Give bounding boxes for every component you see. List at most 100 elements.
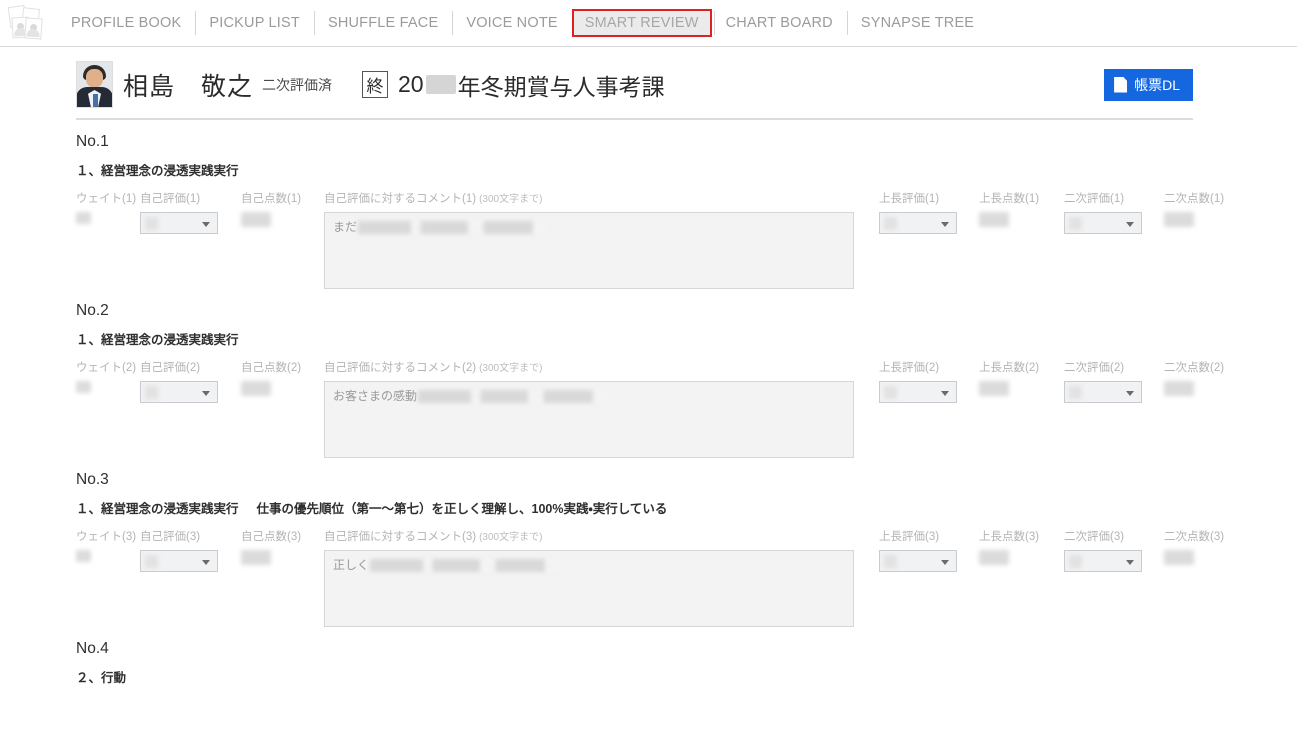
review-item-4: No.4 ２、行動 <box>76 627 1245 686</box>
self-comment-textarea[interactable]: 正しく <box>324 550 854 627</box>
item-category: １、経営理念の浸透実践実行 <box>76 333 239 347</box>
supervisor-rating-select[interactable] <box>879 381 957 403</box>
self-rating-field-3: 自己評価(3) <box>140 528 218 572</box>
nav-item-synapse-tree[interactable]: SYNAPSE TREE <box>846 0 988 46</box>
subject-name: 相島 敬之 <box>123 72 254 101</box>
secondary-score-value[interactable] <box>1164 550 1194 565</box>
self-rating-select[interactable] <box>140 550 218 572</box>
secondary-score-field-2: 二次点数(2) <box>1164 359 1224 396</box>
nav-item-label: SHUFFLE FACE <box>327 15 439 31</box>
supervisor-rating-field-1: 上長評価(1) <box>879 190 957 234</box>
self-comment-label: 自己評価に対するコメント(1) (300文字まで) <box>324 193 543 205</box>
item-fields: ウェイト(2) 自己評価(2) 自己点数(2) 自己評価に対するコメント(2)(… <box>76 359 1245 458</box>
supervisor-rating-label: 上長評価(3) <box>879 531 940 543</box>
nav-item-label: PICKUP LIST <box>209 15 300 31</box>
self-comment-field-2: 自己評価に対するコメント(2) (300文字まで) お客さまの感動 <box>324 359 854 458</box>
comment-text: お客さまの感動 <box>333 389 418 403</box>
redacted-year <box>425 75 456 94</box>
weight-value[interactable] <box>76 550 91 562</box>
page-content: 相島 敬之 二次評価済 終 20 年冬期賞与人事考課 帳票DL No.1 １、経… <box>0 47 1297 686</box>
secondary-score-label: 二次点数(1) <box>1164 193 1225 205</box>
self-comment-field-3: 自己評価に対するコメント(3) (300文字まで) 正しく <box>324 528 854 627</box>
secondary-score-label: 二次点数(3) <box>1164 531 1225 543</box>
nav-item-label: SMART REVIEW <box>584 15 699 31</box>
supervisor-score-field-1: 上長点数(1) <box>979 190 1040 227</box>
supervisor-score-value[interactable] <box>979 550 1009 565</box>
self-rating-field-1: 自己評価(1) <box>140 190 218 234</box>
self-score-label: 自己点数(3) <box>241 531 302 543</box>
page-title-prefix: 20 <box>398 71 424 97</box>
weight-value[interactable] <box>76 381 91 393</box>
secondary-rating-label: 二次評価(1) <box>1064 193 1125 205</box>
subject-header: 相島 敬之 二次評価済 終 20 年冬期賞与人事考課 帳票DL <box>76 47 1193 120</box>
supervisor-score-value[interactable] <box>979 381 1009 396</box>
nav-item-label: VOICE NOTE <box>466 15 558 31</box>
weight-label: ウェイト(1) <box>76 193 137 205</box>
secondary-rating-select[interactable] <box>1064 550 1142 572</box>
weight-label: ウェイト(3) <box>76 531 137 543</box>
comment-text: まだ <box>333 220 358 234</box>
nav-item-chart-board[interactable]: CHART BOARD <box>712 0 847 46</box>
self-rating-field-2: 自己評価(2) <box>140 359 218 403</box>
self-rating-select[interactable] <box>140 212 218 234</box>
weight-value[interactable] <box>76 212 91 224</box>
supervisor-score-label: 上長点数(2) <box>979 362 1040 374</box>
self-rating-label: 自己評価(3) <box>140 531 201 543</box>
nav-item-voice-note[interactable]: VOICE NOTE <box>452 0 571 46</box>
supervisor-rating-select[interactable] <box>879 212 957 234</box>
self-rating-label: 自己評価(1) <box>140 193 201 205</box>
weight-label: ウェイト(2) <box>76 362 137 374</box>
download-report-label: 帳票DL <box>1134 76 1180 93</box>
item-fields: ウェイト(3) 自己評価(3) 自己点数(3) 自己評価に対するコメント(3)(… <box>76 528 1245 627</box>
nav-item-label: SYNAPSE TREE <box>860 15 975 31</box>
self-comment-textarea[interactable]: お客さまの感動 <box>324 381 854 458</box>
item-category: ２、行動 <box>76 671 127 685</box>
self-rating-select[interactable] <box>140 381 218 403</box>
redacted-comment <box>370 559 561 573</box>
item-category: １、経営理念の浸透実践実行 <box>76 502 239 516</box>
term-badge: 終 <box>362 71 389 98</box>
item-title-row: １、経営理念の浸透実践実行 仕事の優先順位（第一～第七）を正しく理解し、100%… <box>76 498 1245 517</box>
nav-item-list: PROFILE BOOK PICKUP LIST SHUFFLE FACE VO… <box>57 0 988 46</box>
secondary-score-value[interactable] <box>1164 381 1194 396</box>
self-score-value[interactable] <box>241 212 271 227</box>
comment-text: 正しく <box>333 558 370 572</box>
item-number: No.1 <box>76 133 109 150</box>
supervisor-rating-field-2: 上長評価(2) <box>879 359 957 403</box>
secondary-score-field-1: 二次点数(1) <box>1164 190 1225 227</box>
nav-item-pickup-list[interactable]: PICKUP LIST <box>195 0 314 46</box>
item-fields: ウェイト(1) 自己評価(1) 自己点数(1) 自己評価に対するコメント(1)(… <box>76 190 1245 289</box>
document-icon <box>1114 76 1128 93</box>
supervisor-score-value[interactable] <box>979 212 1009 227</box>
supervisor-score-label: 上長点数(3) <box>979 531 1040 543</box>
secondary-rating-select[interactable] <box>1064 212 1142 234</box>
self-score-label: 自己点数(1) <box>241 193 302 205</box>
self-score-field-2: 自己点数(2) <box>241 359 301 396</box>
self-comment-textarea[interactable]: まだ <box>324 212 854 289</box>
item-category: １、経営理念の浸透実践実行 <box>76 164 239 178</box>
review-item-3: No.3 １、経営理念の浸透実践実行 仕事の優先順位（第一～第七）を正しく理解し… <box>76 458 1245 627</box>
self-score-value[interactable] <box>241 550 271 565</box>
nav-item-smart-review[interactable]: SMART REVIEW <box>571 9 712 37</box>
secondary-score-value[interactable] <box>1164 212 1194 227</box>
nav-item-shuffle-face[interactable]: SHUFFLE FACE <box>313 0 452 46</box>
self-score-value[interactable] <box>241 381 271 396</box>
item-description: 仕事の優先順位（第一～第七）を正しく理解し、100%実践・実行している <box>256 502 668 516</box>
weight-field-1: ウェイト(1) <box>76 190 137 224</box>
self-score-field-1: 自己点数(1) <box>241 190 302 227</box>
nav-item-label: CHART BOARD <box>725 15 833 31</box>
download-report-button[interactable]: 帳票DL <box>1104 68 1193 101</box>
item-title-row: １、経営理念の浸透実践実行 <box>76 329 1245 348</box>
self-comment-label: 自己評価に対するコメント(3) (300文字まで) <box>324 531 543 543</box>
review-item-2: No.2 １、経営理念の浸透実践実行 ウェイト(2) 自己評価(2) 自己点数(… <box>76 289 1245 458</box>
self-rating-label: 自己評価(2) <box>140 362 201 374</box>
secondary-rating-field-2: 二次評価(2) <box>1064 359 1142 403</box>
supervisor-rating-select[interactable] <box>879 550 957 572</box>
secondary-rating-select[interactable] <box>1064 381 1142 403</box>
supervisor-score-label: 上長点数(1) <box>979 193 1040 205</box>
weight-field-3: ウェイト(3) <box>76 528 137 562</box>
secondary-rating-label: 二次評価(2) <box>1064 362 1125 374</box>
item-number: No.2 <box>76 302 109 319</box>
secondary-rating-label: 二次評価(3) <box>1064 531 1125 543</box>
nav-item-profile-book[interactable]: PROFILE BOOK <box>57 0 195 46</box>
